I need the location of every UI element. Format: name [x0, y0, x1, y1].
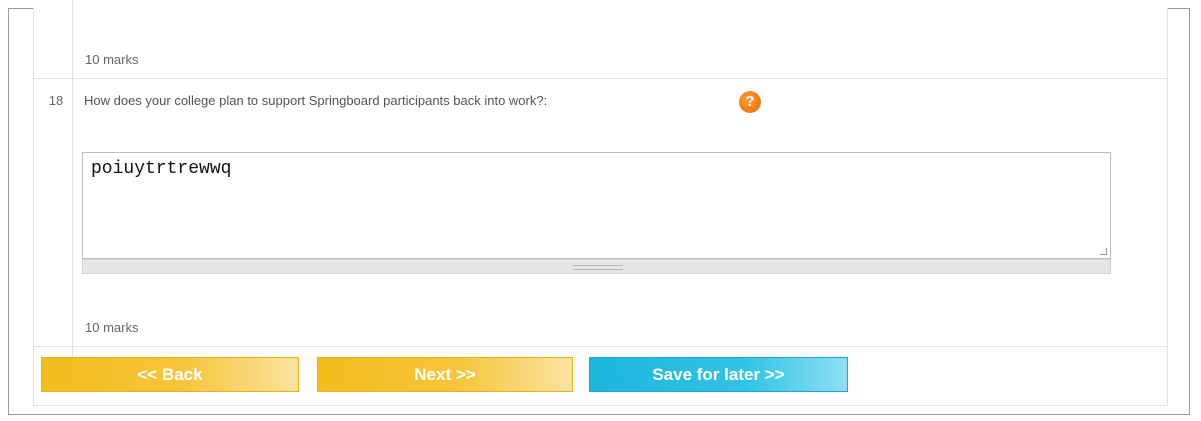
previous-question-marks: 10 marks [85, 52, 139, 67]
question-number-column [40, 0, 73, 364]
save-for-later-button[interactable]: Save for later >> [589, 357, 848, 392]
help-icon[interactable]: ? [739, 91, 761, 113]
question-text: How does your college plan to support Sp… [84, 93, 548, 108]
row-divider [33, 346, 1168, 347]
resize-handle-icon [573, 265, 623, 270]
back-button[interactable]: << Back [41, 357, 299, 392]
answer-field-container: poiuytrtrewwq [82, 152, 1111, 274]
textarea-resize-bar[interactable] [82, 259, 1111, 274]
question-number: 18 [48, 93, 64, 108]
next-button[interactable]: Next >> [317, 357, 573, 392]
row-divider [33, 78, 1168, 79]
resize-grip-icon[interactable] [1100, 248, 1107, 255]
question-marks: 10 marks [85, 320, 139, 335]
answer-textarea[interactable]: poiuytrtrewwq [82, 152, 1111, 259]
